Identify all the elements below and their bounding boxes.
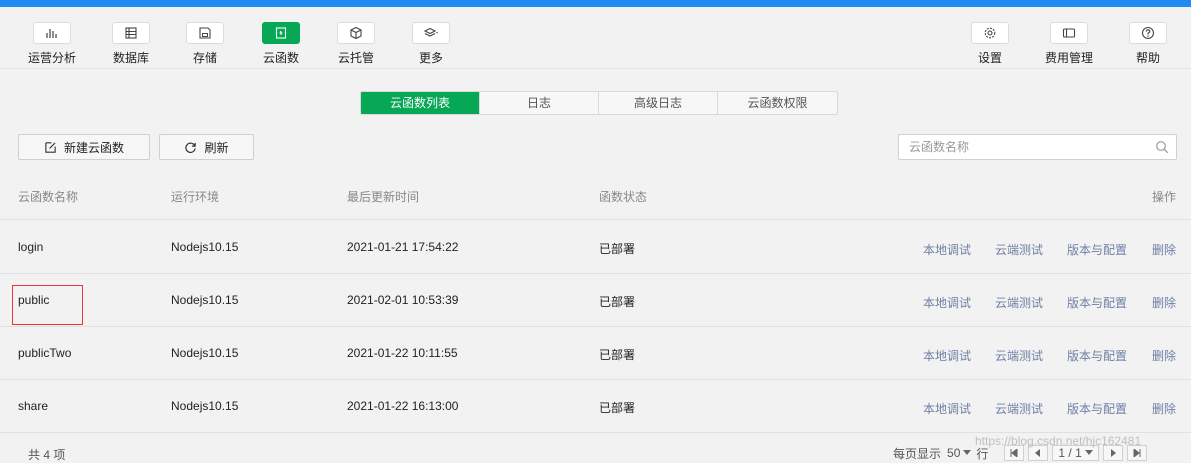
- function-runtime: Nodejs10.15: [171, 346, 239, 360]
- new-function-button[interactable]: 新建云函数: [18, 134, 150, 160]
- tool-label: 更多: [418, 51, 443, 65]
- delete-link[interactable]: 删除: [1152, 294, 1176, 311]
- per-page-value: 50: [947, 446, 961, 460]
- tool-label: 数据库: [112, 51, 149, 65]
- page-indicator: 1 / 1: [1058, 446, 1082, 460]
- cube-icon: [337, 22, 375, 44]
- search-input[interactable]: [899, 135, 1149, 159]
- chevron-down-icon: [1084, 450, 1093, 455]
- version-config-link[interactable]: 版本与配置: [1067, 400, 1127, 417]
- edit-icon: [45, 141, 56, 153]
- window-titlebar: [0, 0, 1191, 7]
- tool-cloud-function[interactable]: 云函数: [253, 22, 309, 66]
- function-name[interactable]: public: [18, 293, 49, 307]
- version-config-link[interactable]: 版本与配置: [1067, 294, 1127, 311]
- header-status: 函数状态: [599, 190, 648, 204]
- tool-label: 费用管理: [1044, 51, 1093, 65]
- tool-label: 存储: [192, 51, 217, 65]
- table-row: publicTwo Nodejs10.15 2021-01-22 10:11:5…: [0, 327, 1191, 380]
- refresh-label: 刷新: [204, 140, 229, 155]
- table-row: public Nodejs10.15 2021-02-01 10:53:39 已…: [0, 274, 1191, 327]
- cloud-test-link[interactable]: 云端测试: [995, 400, 1043, 417]
- function-status: 已部署: [599, 295, 636, 309]
- help-icon: [1129, 22, 1167, 44]
- cloud-test-link[interactable]: 云端测试: [995, 241, 1043, 258]
- function-updated: 2021-01-21 17:54:22: [347, 240, 459, 254]
- search-icon[interactable]: [1155, 140, 1169, 154]
- delete-link[interactable]: 删除: [1152, 241, 1176, 258]
- tool-analytics[interactable]: 运营分析: [24, 22, 80, 66]
- delete-link[interactable]: 删除: [1152, 400, 1176, 417]
- tool-label: 运营分析: [27, 51, 76, 65]
- new-function-label: 新建云函数: [63, 140, 124, 155]
- tool-more[interactable]: 更多: [403, 22, 459, 66]
- tool-database[interactable]: 数据库: [103, 22, 159, 66]
- top-toolbar: 运营分析 数据库 存储 云函数 云托管 更多 设置 费用管理 帮助: [0, 7, 1191, 69]
- function-runtime: Nodejs10.15: [171, 240, 239, 254]
- gear-icon: [971, 22, 1009, 44]
- wallet-icon: [1050, 22, 1088, 44]
- per-page-select[interactable]: 50: [947, 446, 972, 460]
- version-config-link[interactable]: 版本与配置: [1067, 347, 1127, 364]
- header-updated: 最后更新时间: [347, 190, 420, 204]
- function-status: 已部署: [599, 401, 636, 415]
- header-runtime: 运行环境: [171, 190, 220, 204]
- function-name[interactable]: login: [18, 240, 43, 254]
- tool-label: 设置: [977, 51, 1002, 65]
- delete-link[interactable]: 删除: [1152, 347, 1176, 364]
- tool-settings[interactable]: 设置: [962, 22, 1018, 66]
- cloud-function-icon: [262, 22, 300, 44]
- function-runtime: Nodejs10.15: [171, 293, 239, 307]
- chevron-down-icon: [963, 450, 972, 455]
- header-operations: 操作: [1152, 190, 1177, 204]
- local-debug-link[interactable]: 本地调试: [923, 241, 971, 258]
- tool-label: 云函数: [262, 51, 299, 65]
- refresh-button[interactable]: 刷新: [159, 134, 254, 160]
- function-status: 已部署: [599, 242, 636, 256]
- tool-billing[interactable]: 费用管理: [1041, 22, 1097, 66]
- local-debug-link[interactable]: 本地调试: [923, 294, 971, 311]
- cloud-test-link[interactable]: 云端测试: [995, 294, 1043, 311]
- refresh-icon: [185, 142, 197, 153]
- database-icon: [112, 22, 150, 44]
- function-runtime: Nodejs10.15: [171, 399, 239, 413]
- function-name[interactable]: share: [18, 399, 48, 413]
- tool-label: 帮助: [1135, 51, 1160, 65]
- function-updated: 2021-01-22 10:11:55: [347, 346, 458, 360]
- function-updated: 2021-01-22 16:13:00: [347, 399, 459, 413]
- function-name[interactable]: publicTwo: [18, 346, 71, 360]
- tab-function-permissions[interactable]: 云函数权限: [718, 92, 837, 114]
- function-search: [898, 134, 1177, 160]
- bar-chart-icon: [33, 22, 71, 44]
- table-row: share Nodejs10.15 2021-01-22 16:13:00 已部…: [0, 380, 1191, 433]
- tool-cloud-hosting[interactable]: 云托管: [328, 22, 384, 66]
- local-debug-link[interactable]: 本地调试: [923, 347, 971, 364]
- header-name: 云函数名称: [18, 190, 79, 204]
- last-page-icon: [1133, 449, 1141, 457]
- tab-logs[interactable]: 日志: [480, 92, 599, 114]
- tab-function-list[interactable]: 云函数列表: [361, 92, 480, 114]
- storage-icon: [186, 22, 224, 44]
- total-count: 共 4 项: [28, 448, 66, 462]
- version-config-link[interactable]: 版本与配置: [1067, 241, 1127, 258]
- local-debug-link[interactable]: 本地调试: [923, 400, 971, 417]
- next-page-icon: [1110, 449, 1116, 457]
- tool-label: 云托管: [337, 51, 374, 65]
- tab-advanced-logs[interactable]: 高级日志: [599, 92, 718, 114]
- layers-icon: [412, 22, 450, 44]
- tab-bar: 云函数列表 日志 高级日志 云函数权限: [360, 91, 838, 115]
- cloud-test-link[interactable]: 云端测试: [995, 347, 1043, 364]
- prev-page-icon: [1035, 449, 1041, 457]
- function-status: 已部署: [599, 348, 636, 362]
- watermark: https://blog.csdn.net/hjc162481: [975, 434, 1142, 448]
- table-row: login Nodejs10.15 2021-01-21 17:54:22 已部…: [0, 221, 1191, 274]
- tool-help[interactable]: 帮助: [1120, 22, 1176, 66]
- table-header: 云函数名称 运行环境 最后更新时间 函数状态 操作: [0, 168, 1191, 220]
- function-updated: 2021-02-01 10:53:39: [347, 293, 459, 307]
- per-page-label: 每页显示: [893, 446, 942, 461]
- tool-storage[interactable]: 存储: [177, 22, 233, 66]
- first-page-icon: [1010, 449, 1018, 457]
